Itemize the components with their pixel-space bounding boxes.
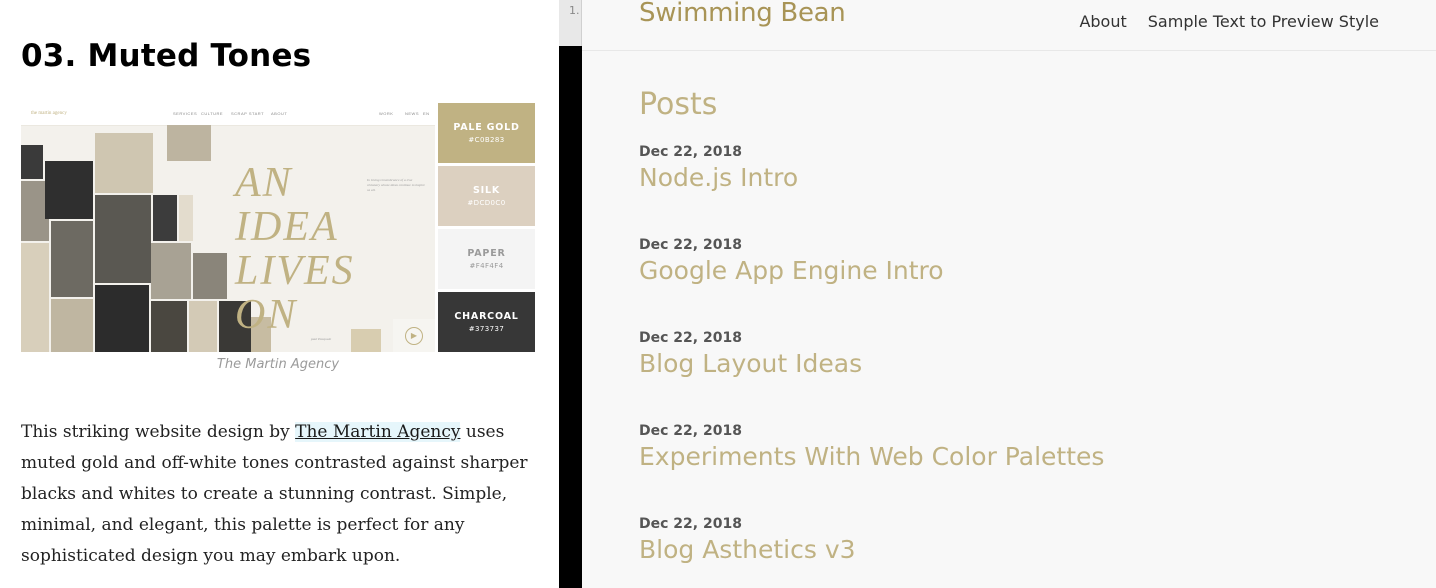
photo-tile [167, 125, 211, 161]
post-title-link[interactable]: Google App Engine Intro [639, 256, 944, 285]
figure-caption: The Martin Agency [216, 357, 340, 372]
post-title-link[interactable]: Node.js Intro [639, 163, 798, 192]
nav-link-about[interactable]: About [1079, 12, 1126, 31]
screenshot-nav-item: ABOUT [271, 111, 288, 116]
swatch-paper: PAPER #F4F4F4 [438, 229, 535, 289]
photo-tile [193, 253, 227, 299]
line-number-gutter: 1. [559, 0, 582, 46]
play-button: ▶ [393, 319, 435, 352]
post-date: Dec 22, 2018 [639, 516, 742, 532]
headline-line: AN [235, 160, 293, 206]
photo-tile [179, 195, 193, 241]
blog-preview-pane: Swimming Bean About Sample Text to Previ… [582, 0, 1436, 588]
post-date: Dec 22, 2018 [639, 237, 742, 253]
site-nav: About Sample Text to Preview Style [1079, 12, 1379, 31]
article-pane: 03. Muted Tones the martin agency SERVIC… [0, 0, 559, 588]
post-date: Dec 22, 2018 [639, 423, 742, 439]
screenshot-nav-item: EN [423, 111, 430, 116]
swatch-name: PAPER [467, 248, 506, 259]
window-divider[interactable]: 1. [559, 0, 582, 588]
post-item: Dec 22, 2018 Blog Asthetics v3 [639, 516, 856, 564]
swatch-code: #C0B283 [468, 136, 505, 144]
photo-tile [21, 145, 43, 179]
swatch-pale-gold: PALE GOLD #C0B283 [438, 103, 535, 163]
nav-link-sample-text[interactable]: Sample Text to Preview Style [1148, 12, 1379, 31]
post-item: Dec 22, 2018 Google App Engine Intro [639, 237, 944, 285]
screenshot-nav-item: SCRAP START [231, 111, 265, 116]
headline-line: IDEA [235, 204, 339, 250]
paragraph-text: uses muted gold and off-white tones cont… [21, 422, 528, 566]
photo-tile [51, 299, 93, 352]
post-title-link[interactable]: Blog Layout Ideas [639, 349, 862, 378]
screenshot-nav-item: WORK [379, 111, 394, 116]
article-paragraph: This striking website design by The Mart… [21, 417, 541, 572]
line-number: 1. [569, 4, 580, 17]
photo-tile [21, 243, 49, 352]
swatch-name: SILK [473, 185, 500, 196]
photo-tile [151, 243, 191, 299]
post-item: Dec 22, 2018 Experiments With Web Color … [639, 423, 1104, 471]
photo-tile [95, 195, 151, 283]
screenshot-nav-item: SERVICES [173, 111, 198, 116]
screenshot-nav-item: NEWS [405, 111, 419, 116]
palette-figure: the martin agency SERVICES CULTURE SCRAP… [21, 103, 535, 352]
screenshot-nav-item: CULTURE [201, 111, 224, 116]
paragraph-text: This striking website design by [21, 422, 296, 442]
site-title-link[interactable]: Swimming Bean [639, 0, 846, 28]
swatch-charcoal: CHARCOAL #373737 [438, 292, 535, 352]
site-header: Swimming Bean About Sample Text to Previ… [582, 0, 1436, 51]
website-screenshot-image: the martin agency SERVICES CULTURE SCRAP… [21, 103, 435, 352]
post-item: Dec 22, 2018 Node.js Intro [639, 144, 798, 192]
headline-line: LIVES [235, 248, 355, 294]
screenshot-blurb: In loving remembrance of a true visionar… [367, 178, 425, 192]
post-title-link[interactable]: Experiments With Web Color Palettes [639, 442, 1104, 471]
screenshot-signature: paul Pasquale [311, 337, 332, 341]
play-icon: ▶ [405, 326, 423, 345]
swatch-name: PALE GOLD [453, 122, 520, 133]
martin-agency-link[interactable]: The Martin Agency [295, 422, 461, 442]
photo-tile [51, 221, 93, 297]
posts-heading: Posts [639, 87, 718, 122]
headline-line: ON [235, 292, 298, 338]
color-swatches: PALE GOLD #C0B283 SILK #DCD0C0 PAPER #F4… [438, 103, 535, 352]
photo-tile [45, 161, 93, 219]
article-heading: 03. Muted Tones [21, 38, 312, 74]
screenshot-topbar: the martin agency SERVICES CULTURE SCRAP… [21, 103, 435, 126]
post-date: Dec 22, 2018 [639, 144, 742, 160]
swatch-name: CHARCOAL [454, 311, 519, 322]
swatch-silk: SILK #DCD0C0 [438, 166, 535, 226]
photo-tile [151, 301, 187, 352]
swatch-code: #DCD0C0 [467, 199, 506, 207]
photo-tile [351, 329, 381, 352]
photo-tile [153, 195, 177, 241]
swatch-code: #373737 [468, 325, 505, 333]
photo-tile [189, 301, 217, 352]
swatch-code: #F4F4F4 [469, 262, 504, 270]
post-date: Dec 22, 2018 [639, 330, 742, 346]
screenshot-logo: the martin agency [31, 111, 67, 116]
photo-tile [95, 133, 153, 193]
post-item: Dec 22, 2018 Blog Layout Ideas [639, 330, 862, 378]
photo-tile [95, 285, 149, 352]
screenshot-headline: AN IDEA LIVES ON [235, 161, 355, 337]
post-title-link[interactable]: Blog Asthetics v3 [639, 535, 856, 564]
